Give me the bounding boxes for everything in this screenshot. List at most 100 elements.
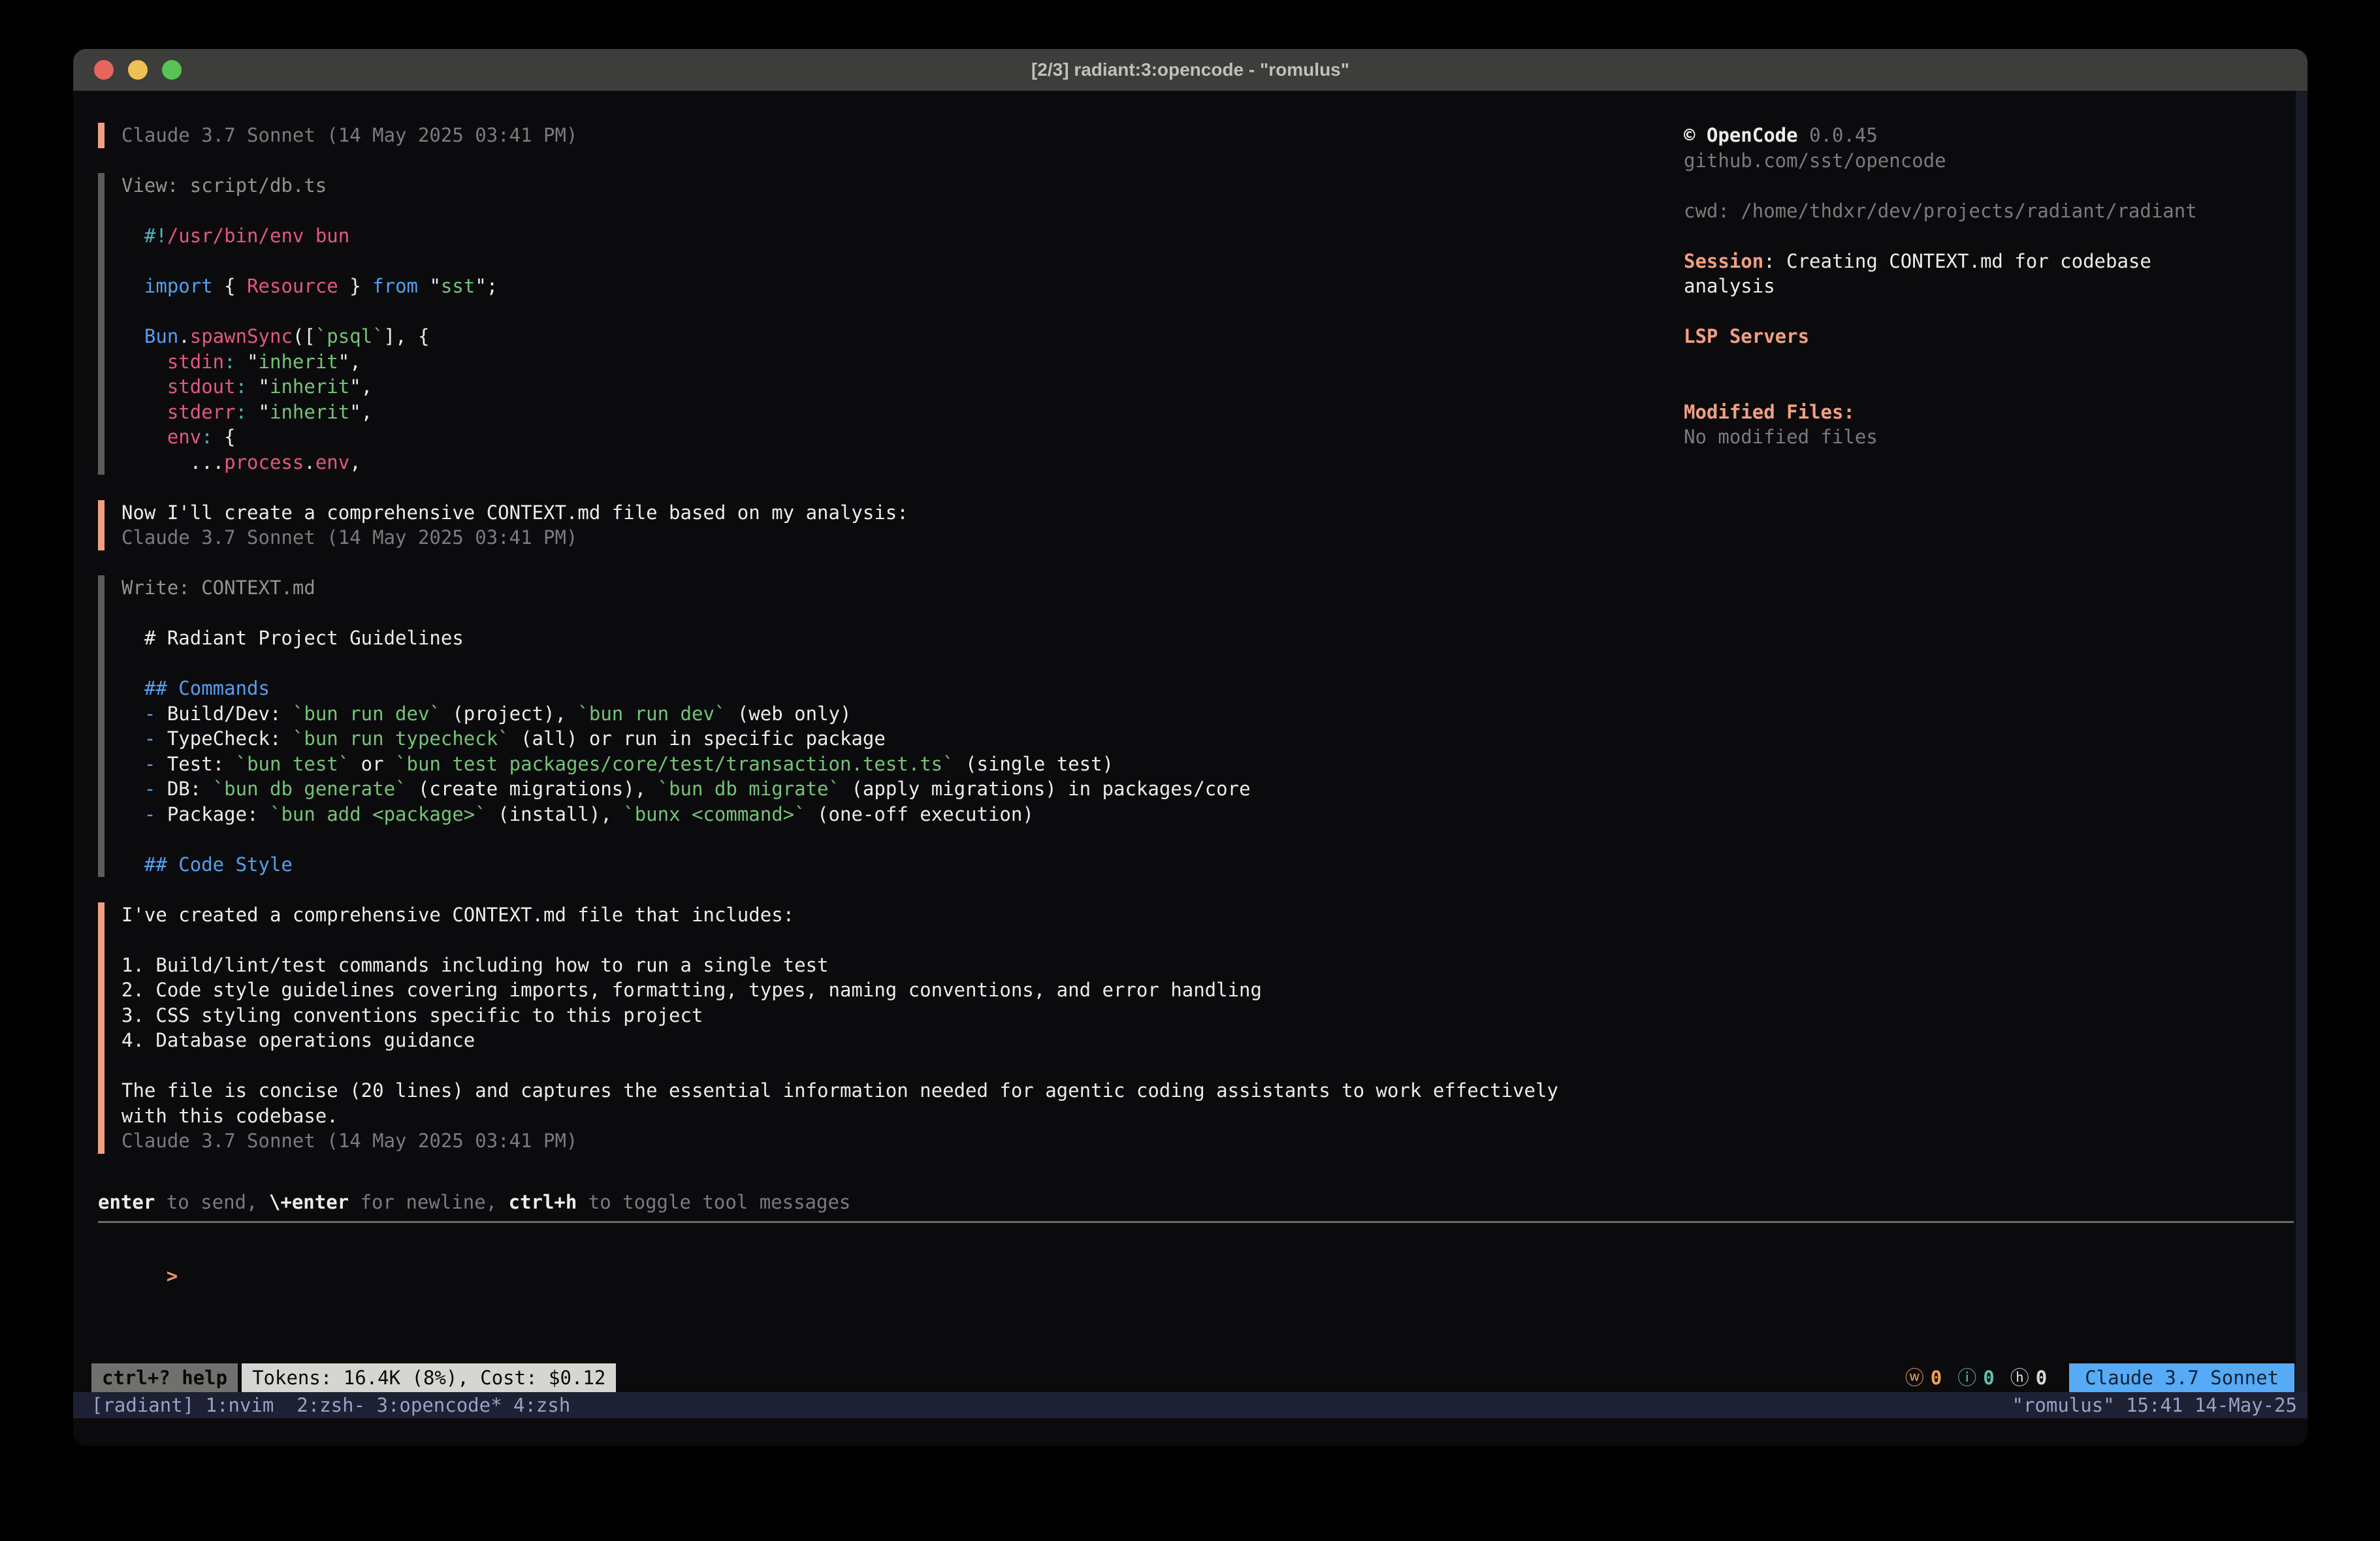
chat-line: Claude 3.7 Sonnet (14 May 2025 03:41 PM) [121, 1128, 1639, 1154]
chat-line: Now I'll create a comprehensive CONTEXT.… [121, 500, 1639, 526]
text-segment: " [475, 275, 486, 297]
text-segment: ## Commands [121, 677, 270, 699]
chat-line: ## Commands [121, 676, 1639, 701]
text-segment: Resource [247, 275, 338, 297]
text-segment: 2. Code style guidelines covering import… [121, 979, 1262, 1001]
chat-line: 2. Code style guidelines covering import… [121, 977, 1639, 1003]
close-button[interactable] [94, 60, 114, 80]
text-segment: Claude 3.7 Sonnet (14 May 2025 03:41 PM) [121, 124, 577, 146]
text-segment: (one-off execution) [806, 803, 1034, 825]
diagnostic-count: 0 [1931, 1365, 1942, 1391]
text-segment [121, 401, 167, 423]
text-segment: ], { [384, 325, 430, 347]
text-segment [121, 275, 144, 297]
sidebar-line [1684, 299, 2304, 325]
text-segment: View: script/db.ts [121, 174, 327, 197]
text-segment: , [349, 351, 361, 373]
text-segment [121, 375, 167, 398]
sidebar-line: Modified Files: [1684, 400, 2304, 425]
sidebar-line [1684, 349, 2304, 375]
text-segment: Write: CONTEXT.md [121, 577, 315, 599]
chat-line: Bun.spawnSync([`psql`], { [121, 324, 1639, 349]
text-segment: LSP Servers [1684, 325, 1809, 347]
chat-line: ...process.env, [121, 450, 1639, 475]
text-segment: `bun run dev` [577, 703, 726, 725]
chat-line: env: { [121, 424, 1639, 450]
chat-line: - Package: `bun add <package>` (install)… [121, 802, 1639, 827]
text-segment: Modified Files: [1684, 401, 1855, 423]
diagnostic-count: 0 [1983, 1365, 1994, 1391]
text-segment: - [144, 803, 155, 825]
text-segment: The file is concise (20 lines) and captu… [121, 1079, 1558, 1102]
message-input[interactable]: > [98, 1238, 178, 1263]
warn-icon: ⓦ [1905, 1365, 1924, 1391]
chat-line: 3. CSS styling conventions specific to t… [121, 1003, 1639, 1028]
text-segment: . [178, 325, 189, 347]
text-segment: `bun run typecheck` [293, 727, 509, 750]
text-segment: Package: [155, 803, 270, 825]
text-segment [121, 703, 144, 725]
text-segment: Bun [144, 325, 178, 347]
diagnostics-badges: ⓦ0ⓘ0ⓗ0 [1905, 1365, 2047, 1391]
chat-line: stderr: "inherit", [121, 400, 1639, 425]
text-segment: " [247, 401, 270, 423]
text-segment: `bun db migrate` [658, 778, 840, 800]
text-segment: { [213, 275, 247, 297]
window-title: [2/3] radiant:3:opencode - "romulus" [1031, 59, 1349, 80]
sidebar-panel: © OpenCode 0.0.45github.com/sst/opencode… [1684, 123, 2304, 450]
chat-line [121, 601, 1639, 626]
text-segment: sst [441, 275, 475, 297]
chat-line: Claude 3.7 Sonnet (14 May 2025 03:41 PM) [121, 123, 1639, 148]
text-segment: " [349, 401, 361, 423]
text-segment: `bun add <package>` [270, 803, 487, 825]
text-segment: : [236, 375, 247, 398]
chat-line: - Test: `bun test` or `bun test packages… [121, 752, 1639, 777]
text-segment: , [349, 451, 361, 473]
text-segment: to toggle tool messages [577, 1191, 850, 1213]
chat-line [121, 1053, 1639, 1079]
sidebar-line: cwd: /home/thdxr/dev/projects/radiant/ra… [1684, 199, 2304, 224]
text-segment: , [361, 401, 372, 423]
sidebar-line: © OpenCode 0.0.45 [1684, 123, 2304, 148]
text-segment: (install), [487, 803, 624, 825]
sidebar-line: LSP Servers [1684, 324, 2304, 349]
window-titlebar[interactable]: [2/3] radiant:3:opencode - "romulus" [73, 49, 2308, 91]
text-segment: (web only) [726, 703, 851, 725]
text-segment: { [213, 426, 236, 448]
sidebar-line: github.com/sst/opencode [1684, 148, 2304, 174]
info-count-badge: ⓘ0 [1957, 1365, 1994, 1391]
text-segment: - [144, 753, 155, 775]
text-segment: ctrl+h [509, 1191, 577, 1213]
sidebar-line: No modified files [1684, 424, 2304, 450]
text-segment: analysis [1684, 275, 1775, 297]
hintd-icon: ⓗ [2010, 1365, 2029, 1391]
chat-line: - DB: `bun db generate` (create migratio… [121, 776, 1639, 802]
chat-line: View: script/db.ts [121, 173, 1639, 199]
sidebar-line: analysis [1684, 274, 2304, 299]
text-segment: ; [487, 275, 498, 297]
chat-line [121, 927, 1639, 953]
minimize-button[interactable] [128, 60, 148, 80]
text-segment: # Radiant Project Guidelines [121, 627, 464, 649]
chat-block-tool: View: script/db.ts #!/usr/bin/env bun im… [98, 173, 1639, 475]
text-segment: Now I'll create a comprehensive CONTEXT.… [121, 501, 909, 524]
text-segment: inherit [259, 351, 338, 373]
chat-line: Claude 3.7 Sonnet (14 May 2025 03:41 PM) [121, 525, 1639, 550]
model-badge[interactable]: Claude 3.7 Sonnet [2069, 1363, 2294, 1392]
chat-block-assistant: Claude 3.7 Sonnet (14 May 2025 03:41 PM) [98, 123, 1639, 148]
text-segment: ([ [293, 325, 315, 347]
warning-count-badge: ⓦ0 [1905, 1365, 1942, 1391]
text-segment: with this codebase. [121, 1105, 338, 1127]
text-segment: 4. Database operations guidance [121, 1029, 475, 1051]
text-segment: or [349, 753, 395, 775]
zoom-button[interactable] [162, 60, 182, 80]
text-segment: - [144, 703, 155, 725]
info-icon: ⓘ [1957, 1365, 1976, 1391]
terminal-window: [2/3] radiant:3:opencode - "romulus" Cla… [73, 49, 2308, 1446]
text-segment: : [201, 426, 212, 448]
chat-line: 1. Build/lint/test commands including ho… [121, 953, 1639, 978]
chat-line [121, 299, 1639, 325]
text-segment: (apply migrations) in packages/core [840, 778, 1251, 800]
tmux-window-list[interactable]: [radiant] 1:nvim 2:zsh- 3:opencode* 4:zs… [91, 1393, 570, 1418]
text-segment: : [236, 401, 247, 423]
